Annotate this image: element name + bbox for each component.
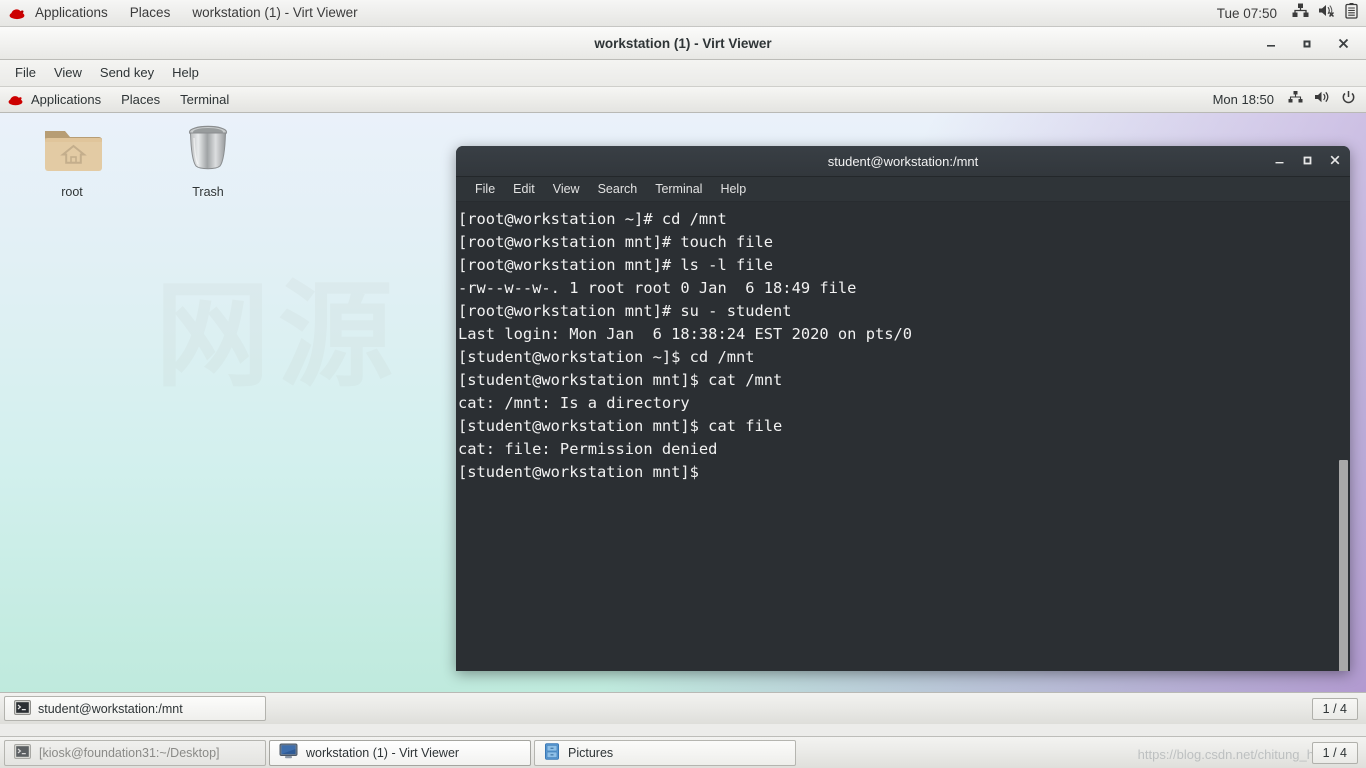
maximize-button[interactable] [1300, 154, 1314, 169]
guest-top-panel: Applications Places Terminal Mon 18:50 [0, 87, 1366, 113]
guest-workspace-switcher[interactable]: 1 / 4 [1311, 697, 1358, 720]
term-menu-edit[interactable]: Edit [504, 177, 544, 201]
home-folder-icon [41, 123, 103, 180]
terminal-window-buttons [1272, 146, 1342, 177]
term-menu-help[interactable]: Help [711, 177, 755, 201]
host-task-kiosk-terminal-label: [kiosk@foundation31:~/Desktop] [39, 745, 220, 760]
guest-places-menu[interactable]: Places [111, 87, 170, 112]
page-watermark: https://blog.csdn.net/chitung_h [1137, 747, 1314, 762]
virt-viewer-menubar: File View Send key Help [0, 60, 1366, 87]
vv-menu-help[interactable]: Help [163, 60, 208, 86]
battery-icon[interactable] [1345, 2, 1358, 24]
terminal-icon [14, 743, 31, 762]
network-icon[interactable] [1292, 3, 1309, 23]
guest-task-terminal[interactable]: student@workstation:/mnt [4, 696, 266, 721]
vv-menu-send-key[interactable]: Send key [91, 60, 163, 86]
guest-task-terminal-label: student@workstation:/mnt [38, 701, 183, 716]
host-workspace-switcher[interactable]: 1 / 4 [1311, 741, 1358, 764]
term-menu-search[interactable]: Search [589, 177, 647, 201]
network-icon[interactable] [1288, 90, 1304, 109]
host-taskbar: [kiosk@foundation31:~/Desktop] workstati… [0, 736, 1366, 768]
host-task-pictures-label: Pictures [568, 745, 614, 760]
host-places-menu[interactable]: Places [119, 0, 182, 26]
term-menu-file[interactable]: File [466, 177, 504, 201]
terminal-scrollbar-thumb[interactable] [1339, 460, 1348, 671]
host-task-pictures[interactable]: Pictures [534, 739, 796, 766]
display-icon [279, 743, 298, 762]
desktop-watermark: 网源 [155, 269, 402, 403]
terminal-scrollbar[interactable] [1336, 202, 1350, 671]
guest-terminal-menu[interactable]: Terminal [170, 87, 239, 112]
file-manager-icon [544, 742, 560, 763]
terminal-titlebar[interactable]: student@workstation:/mnt [456, 146, 1350, 177]
terminal-body[interactable]: [root@workstation ~]# cd /mnt [root@work… [456, 202, 1350, 671]
host-window-menu[interactable]: workstation (1) - Virt Viewer [181, 0, 368, 26]
term-menu-view[interactable]: View [544, 177, 589, 201]
guest-tray: Mon 18:50 [1213, 90, 1366, 110]
desktop-icon-trash[interactable]: Trash [162, 121, 254, 199]
screen: Applications Places workstation (1) - Vi… [0, 0, 1366, 768]
virt-viewer-title: workstation (1) - Virt Viewer [594, 35, 772, 51]
vv-menu-file[interactable]: File [6, 60, 45, 86]
close-button[interactable] [1328, 154, 1342, 169]
virt-viewer-titlebar[interactable]: workstation (1) - Virt Viewer [0, 27, 1366, 60]
host-tray: Tue 07:50 [1217, 2, 1366, 24]
terminal-output: [root@workstation ~]# cd /mnt [root@work… [458, 210, 913, 481]
host-top-panel: Applications Places workstation (1) - Vi… [0, 0, 1366, 27]
host-task-virt-viewer[interactable]: workstation (1) - Virt Viewer [269, 739, 531, 766]
desktop-icon-trash-label: Trash [192, 185, 224, 199]
host-task-kiosk-terminal[interactable]: [kiosk@foundation31:~/Desktop] [4, 739, 266, 766]
terminal-menubar: File Edit View Search Terminal Help [456, 177, 1350, 202]
vv-menu-view[interactable]: View [45, 60, 91, 86]
desktop-icon-root-label: root [61, 185, 83, 199]
terminal-title: student@workstation:/mnt [827, 153, 979, 169]
guest-applications-menu[interactable]: Applications [21, 87, 111, 112]
terminal-icon [14, 699, 31, 718]
host-applications-menu[interactable]: Applications [24, 0, 119, 26]
host-clock[interactable]: Tue 07:50 [1217, 6, 1277, 21]
maximize-button[interactable] [1290, 30, 1324, 58]
host-task-virt-viewer-label: workstation (1) - Virt Viewer [306, 745, 460, 760]
term-menu-terminal[interactable]: Terminal [646, 177, 711, 201]
volume-muted-icon[interactable] [1318, 3, 1336, 23]
close-button[interactable] [1326, 30, 1360, 58]
minimize-button[interactable] [1272, 154, 1286, 169]
virt-viewer-window: workstation (1) - Virt Viewer File View … [0, 27, 1366, 736]
guest-desktop[interactable]: 网源 root Trash student@workstation:/mnt F… [0, 113, 1366, 692]
guest-clock[interactable]: Mon 18:50 [1213, 92, 1274, 107]
minimize-button[interactable] [1254, 30, 1288, 58]
terminal-window: student@workstation:/mnt File Edit View … [456, 146, 1350, 671]
volume-icon[interactable] [1314, 90, 1331, 109]
virt-viewer-window-buttons [1254, 27, 1360, 60]
trash-icon [180, 121, 236, 180]
power-icon[interactable] [1341, 90, 1356, 110]
guest-taskbar: student@workstation:/mnt 1 / 4 [0, 692, 1366, 724]
desktop-icon-root[interactable]: root [26, 123, 118, 199]
